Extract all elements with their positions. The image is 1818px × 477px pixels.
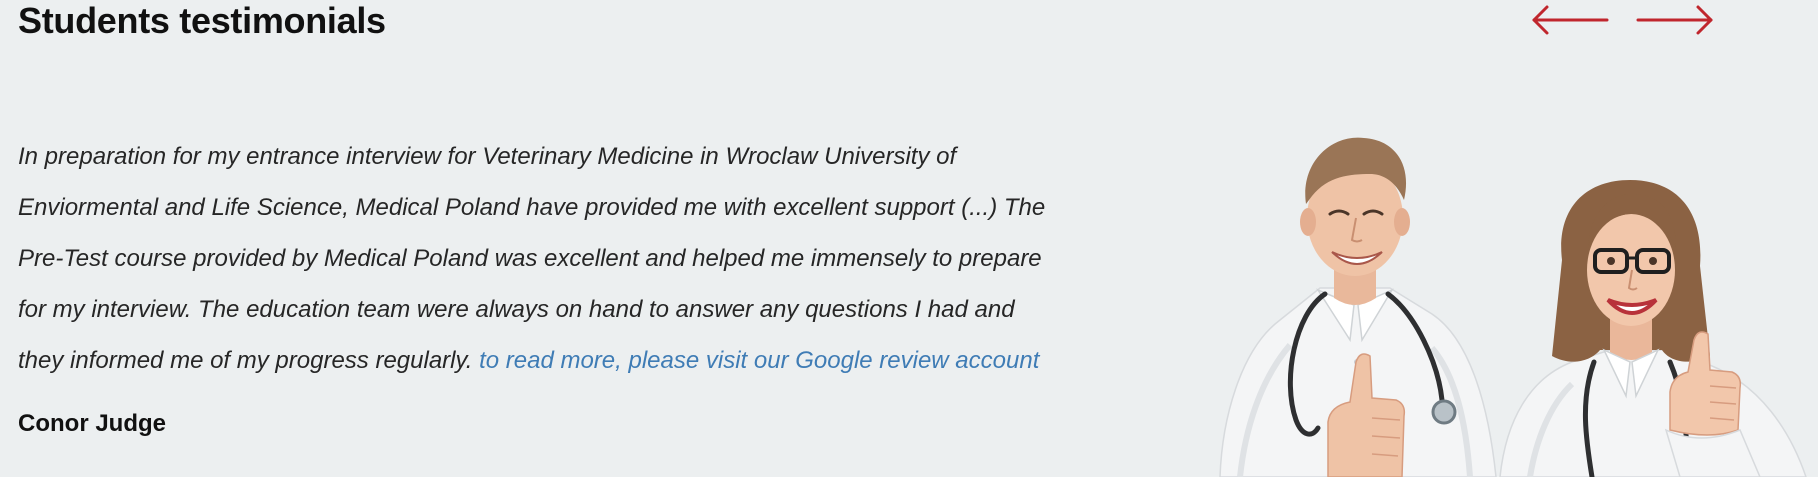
carousel-navigation (1530, 0, 1720, 42)
google-review-link[interactable]: to read more, please visit our Google re… (479, 347, 1039, 374)
testimonial-text: In preparation for my entrance interview… (18, 143, 1046, 374)
two-doctors-thumbs-up-photo (1219, 137, 1807, 477)
next-testimonial-button[interactable] (1635, 3, 1715, 37)
arrow-right-icon (1636, 5, 1713, 35)
testimonials-section: Students testimonials In preparation for… (0, 0, 1818, 477)
arrow-left-icon (1532, 5, 1609, 35)
prev-testimonial-button[interactable] (1530, 3, 1610, 37)
testimonial-quote: In preparation for my entrance interview… (18, 131, 1058, 386)
testimonial-author: Conor Judge (18, 410, 166, 437)
section-title: Students testimonials (18, 0, 386, 41)
